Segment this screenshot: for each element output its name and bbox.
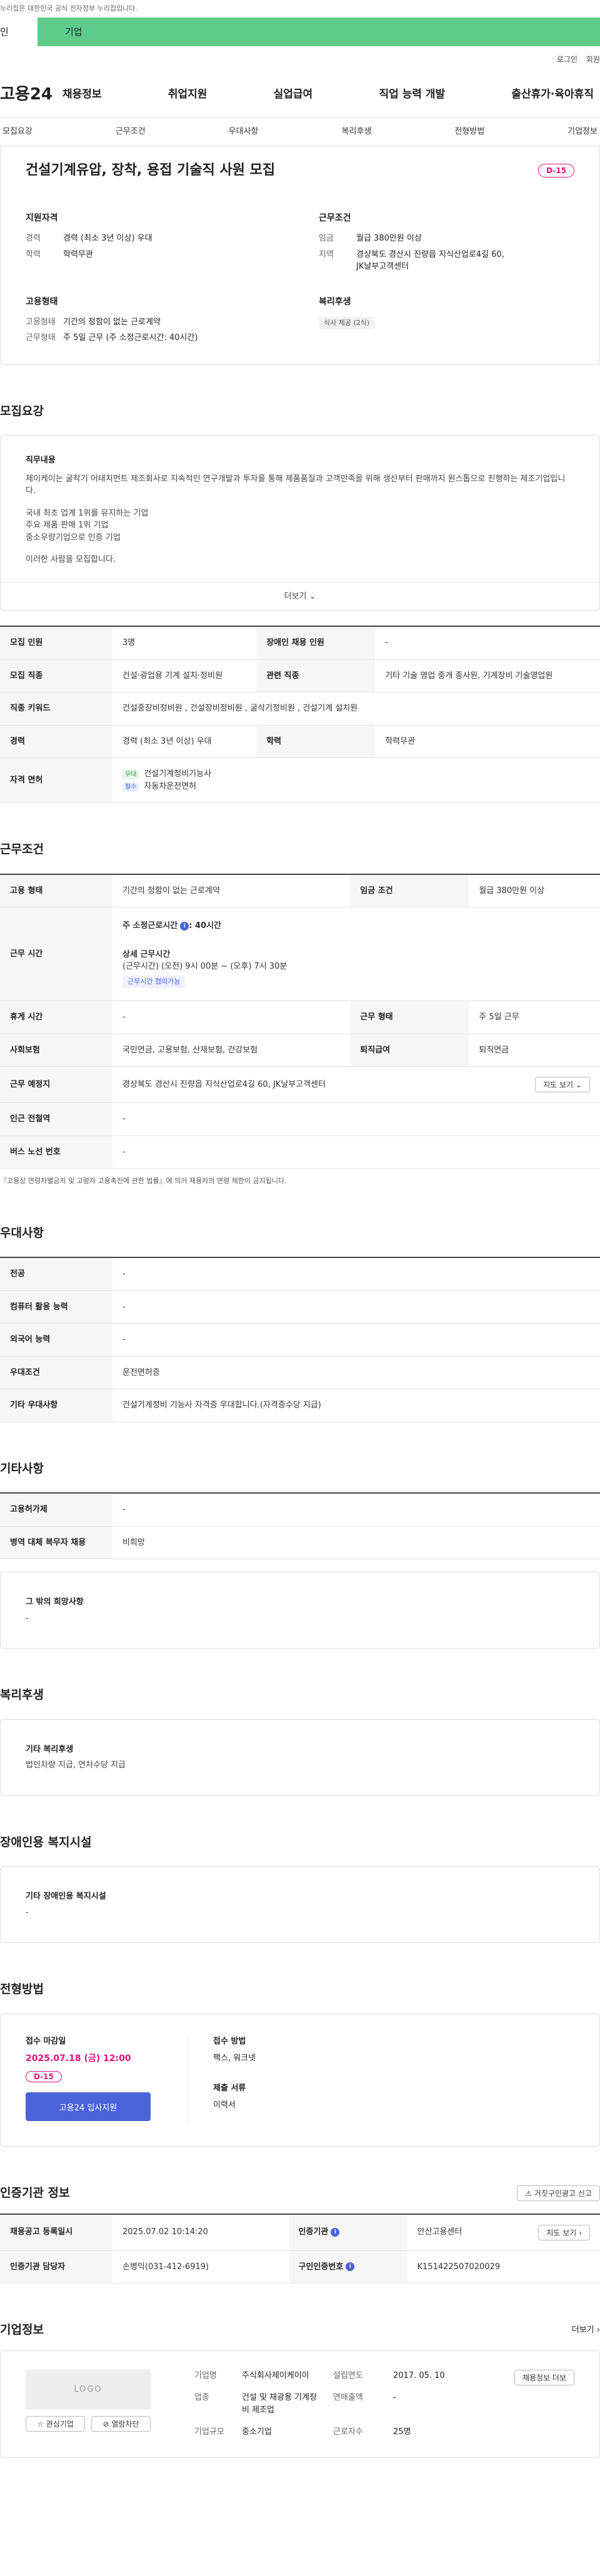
work-section: 근무조건 고용 형태 기간의 정함이 없는 근로계약 임금 조건 월급 380만원 … xyxy=(0,803,600,1187)
required-tag: 필수 xyxy=(122,782,139,792)
gnb-unemployment-benefit[interactable]: 실업급여 xyxy=(274,87,313,103)
report-icon: ⚠ xyxy=(525,2189,532,2198)
welfare-block: 복리후생 식사 제공 (2식) xyxy=(319,296,574,348)
star-icon: ☆ xyxy=(37,2419,44,2429)
anchor-work[interactable]: 근무조건 xyxy=(113,126,148,138)
dday-badge: D-15 xyxy=(26,2071,62,2082)
tab-company[interactable]: 기업 xyxy=(38,17,600,46)
anchor-company[interactable]: 기업정보 xyxy=(565,126,600,138)
pref-table: 전공 - 컴퓨터 활용 능력 - 외국어 능력 - 우대조건 운전면허증 기타 우대사항… xyxy=(0,1257,600,1422)
gnb-jobs[interactable]: 채용정보 xyxy=(62,87,102,103)
qualification-block: 지원자격 경력 경력 (최소 3년 이상) 우대 학력 학력무관 xyxy=(26,212,281,277)
chevron-down-icon: ⌄ xyxy=(575,1081,582,1089)
duty-box: 직무내용 제이케이는 굴착기 어태치먼트 제조회사로 지속적인 연구개발과 투자… xyxy=(0,435,600,611)
info-icon[interactable]: i xyxy=(346,2262,355,2271)
wage-value: 월급 380만원 이상 xyxy=(356,234,422,243)
disabled-facility-box: 기타 장애인용 복지시설 - xyxy=(0,1866,600,1943)
dday-badge: D-15 xyxy=(538,163,574,177)
info-icon[interactable]: i xyxy=(331,2227,340,2237)
join-link[interactable]: 회원 xyxy=(586,54,600,65)
company-jobs-button[interactable]: 채용정보 더보 xyxy=(514,2369,574,2385)
condition-block: 근무조건 임금 월급 380만원 이상 지역 경상북도 경산시 진량읍 지식산업로4… xyxy=(319,212,574,277)
pref-section: 우대사항 전공 - 컴퓨터 활용 능력 - 외국어 능력 - 우대조건 운전면허증 기타… xyxy=(0,1187,600,1422)
role-tabs: 인 기업 xyxy=(0,17,600,46)
company-logo: LOGO xyxy=(26,2369,151,2410)
career-value: 경력 (최소 3년 이상) 우대 xyxy=(63,234,152,243)
info-icon[interactable]: i xyxy=(180,921,189,931)
welfare-chip: 식사 제공 (2식) xyxy=(319,316,375,329)
cert-table: 채용공고 등록일시 2025.07.02 10:14:20 인증기관 i 안산고용센… xyxy=(0,2213,600,2284)
login-link[interactable]: 로그인 xyxy=(557,54,578,65)
chevron-down-icon: ⌄ xyxy=(309,591,316,601)
hours-negotiable-chip: 근무시간 협의가능 xyxy=(122,975,186,988)
interest-company-button[interactable]: ☆ 관심기업 xyxy=(26,2415,85,2432)
anchor-apply[interactable]: 전형방법 xyxy=(452,126,487,138)
anchor-pref[interactable]: 우대사항 xyxy=(226,126,261,138)
block-view-button[interactable]: ⊘ 열람차단 xyxy=(91,2415,151,2432)
preferred-tag: 우대 xyxy=(122,770,139,779)
job-title: 건설기계유압, 장착, 용접 기술직 사원 모집 xyxy=(26,162,276,178)
gnb-job-skills[interactable]: 직업 능력 개발 xyxy=(379,87,445,103)
gnb-employment-support[interactable]: 취업지원 xyxy=(168,87,208,103)
other-table: 고용허가제 - 병역 대체 복무자 채용 비희망 xyxy=(0,1492,600,1559)
work-type-value: 주 5일 근무 (주 소정근로시간: 40시간) xyxy=(63,333,198,342)
company-size: 중소기업 xyxy=(242,2427,272,2437)
other-section: 기타사항 고용허가제 - 병역 대체 복무자 채용 비희망 그 밖의 희망사항 - xyxy=(0,1422,600,1649)
cert-heading: 인증기관 정보 xyxy=(0,2186,70,2200)
job-summary-card: 건설기계유압, 장착, 용접 기술직 사원 모집 D-15 지원자격 경력 경력 … xyxy=(0,146,600,365)
report-button[interactable]: ⚠ 거짓구인광고 신고 xyxy=(517,2185,600,2201)
founded-year: 2017. 05. 10 xyxy=(393,2370,445,2380)
age-note: 『고용상 연령차별금지 및 고령자 고용촉진에 관한 법률』에 의거 채용자의 … xyxy=(0,1177,287,1185)
chevron-right-icon: › xyxy=(596,2325,600,2335)
anchor-tabs: 모집요강 근무조건 우대사항 복리후생 전형방법 기업정보 xyxy=(0,117,600,146)
duty-desc: 제이케이는 굴착기 어태치먼트 제조회사로 지속적인 연구개발과 투자를 통해 … xyxy=(26,474,566,496)
work-heading: 근무조건 xyxy=(0,842,44,856)
apply-section: 전형방법 접수 마감일 2025.07.18 (금) 12:00 D-15 고용… xyxy=(0,1943,600,2147)
disabled-facility-section: 장애인용 복지시설 기타 장애인용 복지시설 - xyxy=(0,1796,600,1943)
welfare-heading: 복리후생 xyxy=(0,1688,44,1702)
staff-count: 25명 xyxy=(393,2427,411,2437)
chevron-right-icon: › xyxy=(579,2228,582,2237)
company-section: 기업정보 더보기 › LOGO ☆ 관심기업 ⊘ 열람차단 기업명 주식회사제이케… xyxy=(0,2284,600,2483)
anchor-welfare[interactable]: 복리후생 xyxy=(339,126,374,138)
work-table: 고용 형태 기간의 정함이 없는 근로계약 임금 조건 월급 380만원 이상 근무… xyxy=(0,873,600,1169)
pref-heading: 우대사항 xyxy=(0,1226,44,1240)
map-button[interactable]: 지도 보기 ⌄ xyxy=(535,1077,590,1092)
annual-sales: - xyxy=(393,2393,396,2402)
edu-value: 학력무관 xyxy=(63,249,93,259)
employment-block: 고용형태 고용형태 기간의 정함이 없는 근로계약 근무형태 주 5일 근무 (주 … xyxy=(26,296,281,348)
location-value: 경상북도 경산시 진량읍 지식산업로4길 60, JK날부고객센터 xyxy=(356,249,504,272)
utility-links: 로그인 회원 xyxy=(0,46,600,72)
recruit-heading: 모집요강 xyxy=(0,404,44,418)
apply-heading: 전형방법 xyxy=(0,1982,44,1996)
welfare-section: 복리후생 기타 복리후생 법인차량 지급, 연차수당 지급 xyxy=(0,1649,600,1796)
gnb-parental-leave[interactable]: 출산휴가·육아휴직 xyxy=(511,87,594,103)
company-more-link[interactable]: 더보기 › xyxy=(572,2324,600,2337)
deadline: 2025.07.18 (금) 12:00 xyxy=(26,2054,131,2064)
more-button[interactable]: 더보기 ⌄ xyxy=(1,582,599,611)
gov-notice: 누리집은 대한민국 공식 전자정부 누리집입니다. xyxy=(0,0,600,17)
block-icon: ⊘ xyxy=(102,2419,109,2429)
disabled-facility-heading: 장애인용 복지시설 xyxy=(0,1835,92,1849)
apply-button[interactable]: 고용24 입사지원 xyxy=(26,2092,151,2121)
other-heading: 기타사항 xyxy=(0,1461,44,1475)
apply-box: 접수 마감일 2025.07.18 (금) 12:00 D-15 고용24 입사… xyxy=(0,2013,600,2147)
company-name: 주식회사제이케이이 xyxy=(242,2370,309,2380)
wish-box: 그 밖의 희망사항 - xyxy=(0,1572,600,1649)
emp-type-value: 기간의 정함이 없는 근로계약 xyxy=(63,317,161,327)
recruit-table: 모집 인원 3명 장애인 채용 인원 - 모집 직종 건설·광업용 기계 설치·정비원… xyxy=(0,626,600,803)
cert-section: 인증기관 정보 ⚠ 거짓구인광고 신고 채용공고 등록일시 2025.07.02 … xyxy=(0,2147,600,2284)
cert-map-button[interactable]: 지도 보기 › xyxy=(538,2224,590,2240)
global-nav: 고용24 채용정보 취업지원 실업급여 직업 능력 개발 출산휴가·육아휴직 xyxy=(0,72,600,117)
brand-logo[interactable]: 고용24 xyxy=(0,82,62,107)
industry: 건설 및 채광용 기계장비 제조업 xyxy=(242,2393,318,2415)
company-box: LOGO ☆ 관심기업 ⊘ 열람차단 기업명 주식회사제이케이이 설립연도 2017… xyxy=(0,2350,600,2458)
welfare-box: 기타 복리후생 법인차량 지급, 연차수당 지급 xyxy=(0,1719,600,1796)
recruit-section: 모집요강 직무내용 제이케이는 굴착기 어태치먼트 제조회사로 지속적인 연구개… xyxy=(0,365,600,803)
anchor-recruit[interactable]: 모집요강 xyxy=(0,126,35,138)
tab-person[interactable]: 인 xyxy=(0,17,38,46)
company-heading: 기업정보 xyxy=(0,2323,44,2337)
